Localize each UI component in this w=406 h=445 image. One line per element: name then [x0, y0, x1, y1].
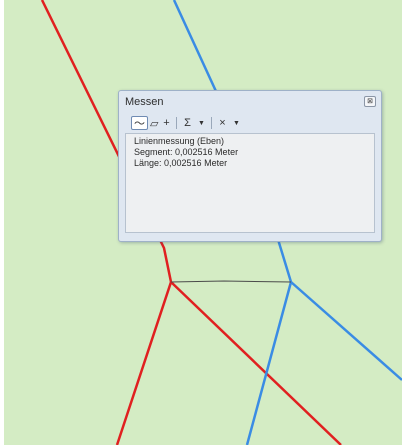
toolbar-separator [176, 117, 178, 129]
toolbar-separator [211, 117, 213, 129]
measure-toolbar: 〜 ▱ + Σ ▼ × ▼ [131, 115, 375, 131]
line-measure-icon[interactable]: 〜 [131, 116, 148, 130]
sum-icon[interactable]: Σ [181, 116, 193, 130]
total-length-text: Länge: 0,002516 Meter [134, 158, 228, 168]
blue-road-branch [290, 281, 402, 381]
segment-length-text: Segment: 0,002516 Meter [134, 147, 239, 157]
clear-icon[interactable]: × [216, 116, 228, 130]
measure-dialog[interactable]: Messen ⊠ 〜 ▱ + Σ ▼ × ▼ Linienmessung (Eb… [118, 90, 382, 242]
close-icon[interactable]: ⊠ [364, 96, 376, 107]
feature-measure-icon[interactable]: + [160, 116, 172, 130]
unit-dropdown-icon[interactable]: ▼ [230, 116, 242, 130]
sum-dropdown-icon[interactable]: ▼ [195, 116, 207, 130]
red-road-branch [170, 281, 342, 445]
measure-mode-text: Linienmessung (Eben) [134, 136, 225, 146]
area-measure-icon[interactable]: ▱ [148, 116, 160, 130]
measure-result-panel: Linienmessung (Eben) Segment: 0,002516 M… [125, 133, 375, 233]
dialog-title: Messen [125, 96, 164, 108]
measured-segment [170, 280, 292, 283]
